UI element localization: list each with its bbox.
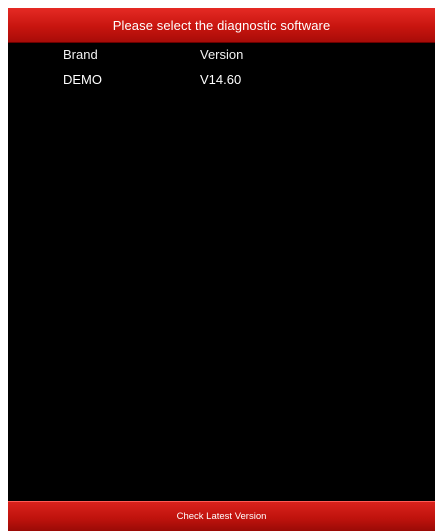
column-header-version: Version: [200, 47, 244, 62]
version-cell: V14.60: [200, 72, 242, 87]
brand-cell: DEMO: [63, 72, 102, 87]
check-latest-version-button[interactable]: Check Latest Version: [8, 501, 435, 531]
table-header: Brand Version: [8, 43, 435, 65]
page-title: Please select the diagnostic software: [112, 17, 331, 33]
check-latest-version-label: Check Latest Version: [176, 511, 267, 522]
diagnostic-software-screen: Please select the diagnostic software Br…: [8, 8, 435, 531]
title-bar: Please select the diagnostic software: [8, 8, 435, 43]
software-row-demo[interactable]: DEMO V14.60: [8, 68, 435, 92]
column-header-brand: Brand: [63, 47, 98, 62]
